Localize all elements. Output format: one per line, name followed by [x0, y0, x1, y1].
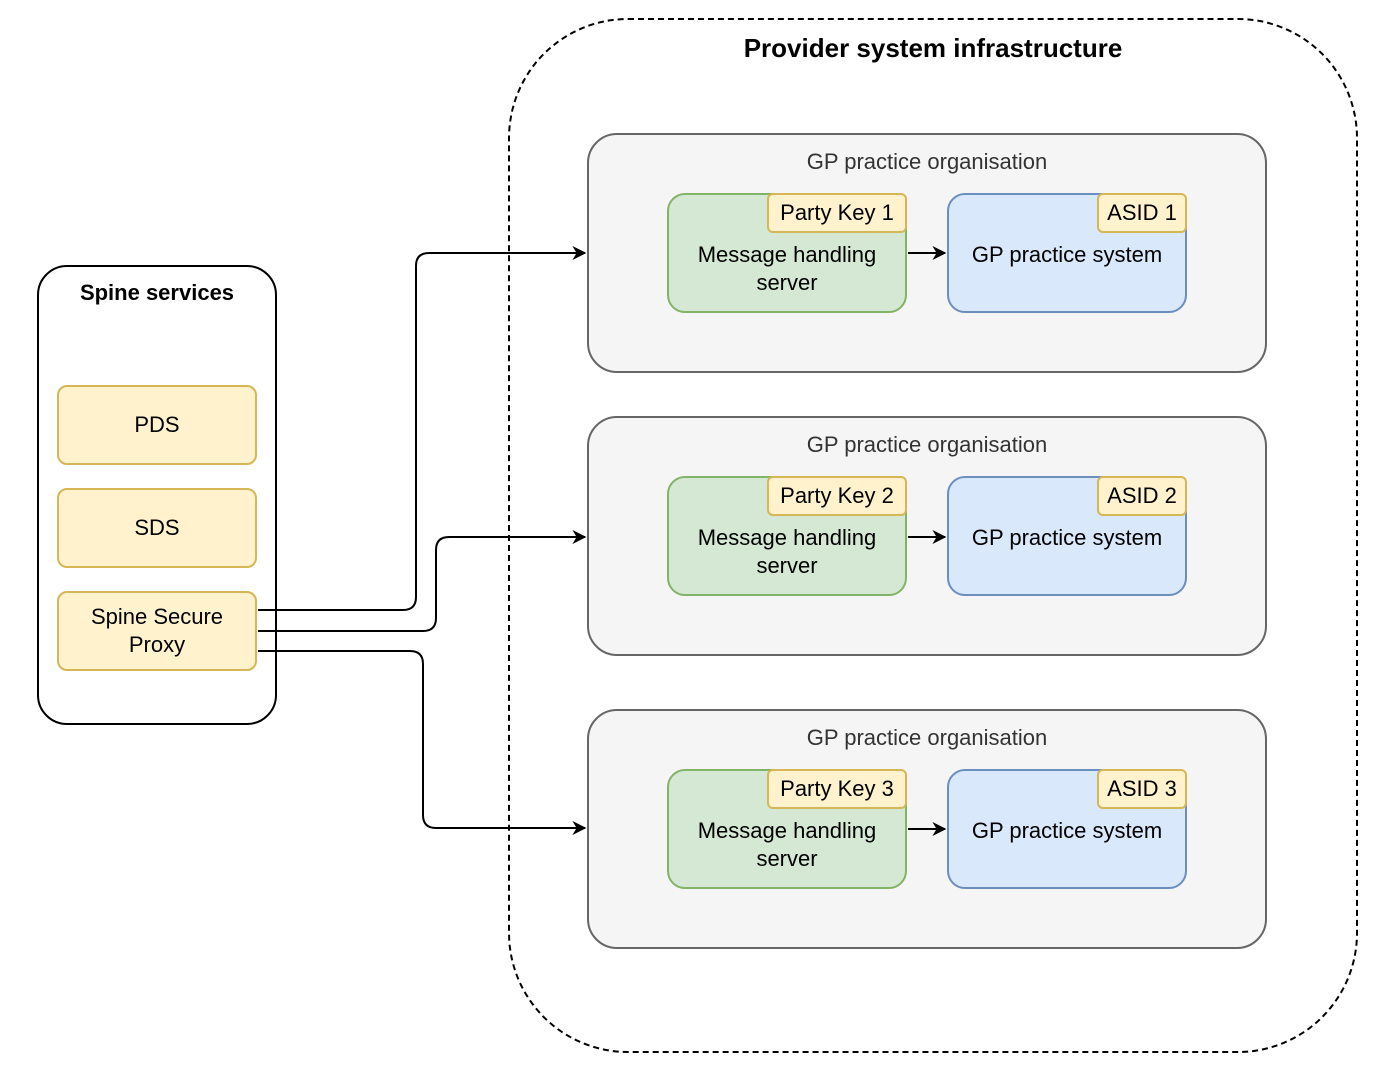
asid-badge-1: ASID 1 — [1097, 193, 1187, 233]
spine-services-title: Spine services — [79, 280, 235, 305]
organisation-title: GP practice organisation — [806, 149, 1048, 174]
organisation-title: GP practice organisation — [806, 725, 1048, 750]
asid-label: ASID 3 — [1107, 776, 1177, 801]
party-key-label: Party Key 2 — [780, 483, 894, 508]
party-key-badge-1: Party Key 1 — [767, 193, 907, 233]
sds-label: SDS — [134, 515, 180, 540]
pds-node[interactable]: PDS — [57, 385, 257, 465]
gp-system-label: GP practice system — [971, 818, 1163, 843]
gp-system-label: GP practice system — [971, 525, 1163, 550]
party-key-badge-3: Party Key 3 — [767, 769, 907, 809]
asid-badge-3: ASID 3 — [1097, 769, 1187, 809]
spine-secure-proxy-label: Spine Secure Proxy — [90, 604, 224, 657]
provider-infrastructure-title: Provider system infrastructure — [743, 33, 1123, 63]
sds-node[interactable]: SDS — [57, 488, 257, 568]
organisation-title: GP practice organisation — [806, 432, 1048, 457]
asid-label: ASID 2 — [1107, 483, 1177, 508]
party-key-label: Party Key 3 — [780, 776, 894, 801]
mhs-label: Message handling server — [697, 242, 877, 295]
pds-label: PDS — [134, 412, 180, 437]
spine-secure-proxy-node[interactable]: Spine Secure Proxy — [57, 591, 257, 671]
mhs-label: Message handling server — [697, 818, 877, 871]
asid-label: ASID 1 — [1107, 200, 1177, 225]
asid-badge-2: ASID 2 — [1097, 476, 1187, 516]
gp-system-label: GP practice system — [971, 242, 1163, 267]
party-key-badge-2: Party Key 2 — [767, 476, 907, 516]
party-key-label: Party Key 1 — [780, 200, 894, 225]
mhs-label: Message handling server — [697, 525, 877, 578]
